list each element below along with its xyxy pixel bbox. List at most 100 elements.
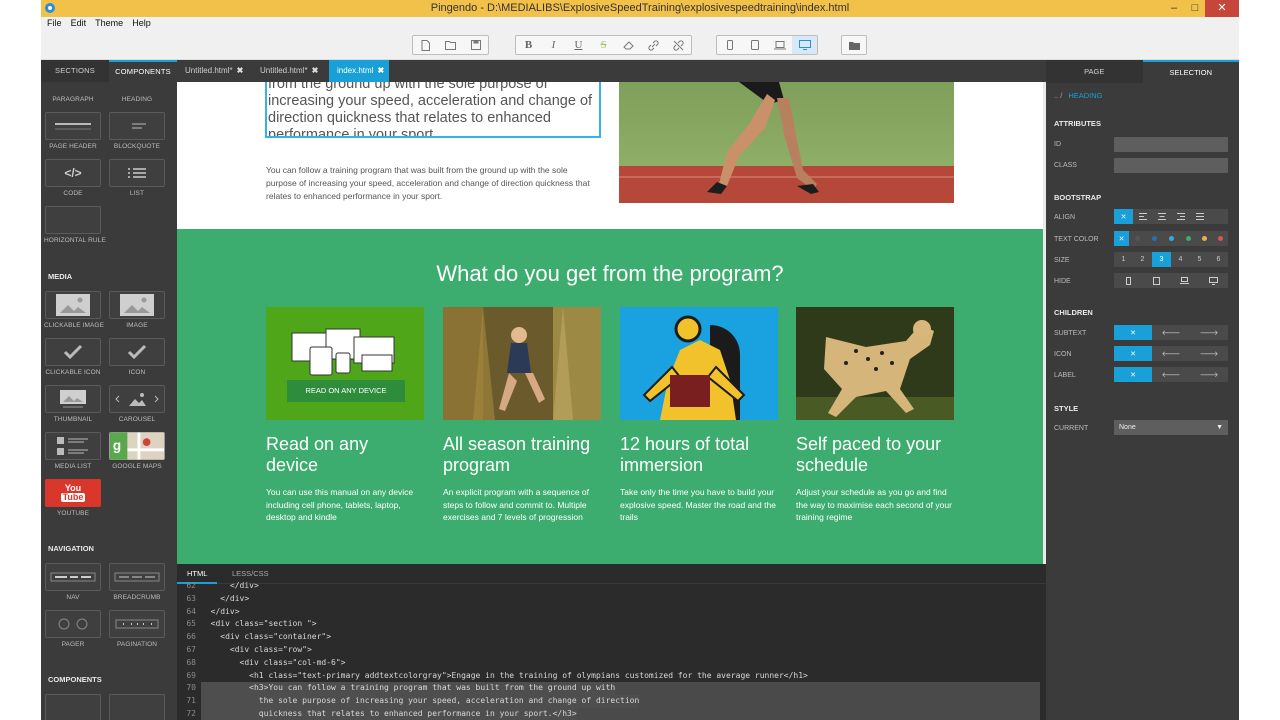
code-line-selected[interactable]: 72 quickness that relates to enhanced pe…	[177, 707, 1046, 720]
label-remove-icon[interactable]: ✕	[1114, 367, 1152, 382]
subtext-remove-icon[interactable]: ✕	[1114, 325, 1152, 340]
component-more-1[interactable]	[44, 694, 102, 720]
align-center-icon[interactable]	[1152, 209, 1171, 224]
component-youtube[interactable]: You Tube YOUTUBE	[44, 479, 102, 517]
code-line-selected[interactable]: 71 the sole purpose of increasing your s…	[177, 695, 1046, 708]
code-editor[interactable]: HTML LESS/CSS 62 </div> 63 </div> 64 </d…	[177, 564, 1046, 720]
class-input[interactable]	[1114, 158, 1228, 173]
link-icon[interactable]	[641, 36, 666, 54]
close-tab-icon[interactable]: ✖	[312, 66, 319, 75]
size-4-button[interactable]: 4	[1171, 252, 1190, 267]
code-line[interactable]: 65 <div class="section ">	[177, 618, 1046, 631]
design-canvas[interactable]: from the ground up with the sole purpose…	[177, 82, 1046, 564]
component-pagination[interactable]: PAGINATION	[108, 610, 166, 648]
component-code[interactable]: </> CODE	[44, 159, 102, 197]
size-5-button[interactable]: 5	[1190, 252, 1209, 267]
hide-desktop-icon[interactable]	[1199, 273, 1228, 288]
component-pager[interactable]: PAGER	[44, 610, 102, 648]
hero-paragraph[interactable]: You can follow a training program that w…	[266, 164, 600, 203]
bold-button[interactable]: B	[516, 36, 541, 54]
code-line[interactable]: 69 <h1 class="text-primary addtextcolorg…	[177, 670, 1046, 683]
color-success-swatch[interactable]	[1180, 231, 1196, 246]
underline-button[interactable]: U	[566, 36, 591, 54]
devices-image[interactable]: READ ON ANY DEVICE	[266, 307, 424, 420]
hide-laptop-icon[interactable]	[1170, 273, 1199, 288]
doc-tab-index[interactable]: index.html ✖	[329, 60, 389, 82]
component-icon[interactable]: ICON	[108, 338, 166, 376]
hide-tablet-icon[interactable]	[1142, 273, 1170, 288]
component-blockquote[interactable]: BLOCKQUOTE	[108, 112, 166, 150]
align-extra-icon[interactable]	[1209, 209, 1228, 224]
menu-help[interactable]: Help	[132, 17, 151, 30]
menu-file[interactable]: File	[47, 17, 62, 30]
code-line[interactable]: 63 </div>	[177, 593, 1046, 606]
read-on-any-device-button[interactable]: READ ON ANY DEVICE	[287, 380, 405, 402]
tab-sections[interactable]: SECTIONS	[41, 60, 109, 82]
maximize-button[interactable]: □	[1184, 0, 1206, 17]
subtext-left-arrow-icon[interactable]: 🡐	[1152, 325, 1190, 340]
code-line[interactable]: 68 <div class="col-md-6">	[177, 657, 1046, 670]
cheetah-image[interactable]	[796, 307, 954, 420]
component-google-maps[interactable]: g GOOGLE MAPS	[108, 432, 166, 470]
tab-page[interactable]: PAGE	[1046, 60, 1143, 83]
icon-remove-icon[interactable]: ✕	[1114, 346, 1152, 361]
align-left-icon[interactable]	[1133, 209, 1152, 224]
align-right-icon[interactable]	[1171, 209, 1190, 224]
sprinter-image[interactable]	[619, 82, 954, 203]
feature-text[interactable]: You can use this manual on any device in…	[266, 486, 424, 524]
eraser-icon[interactable]	[616, 36, 641, 54]
component-list[interactable]: LIST	[108, 159, 166, 197]
component-more-2[interactable]	[108, 694, 166, 720]
code-line[interactable]: 67 <div class="row">	[177, 644, 1046, 657]
tablet-icon[interactable]	[742, 36, 767, 54]
tab-selection[interactable]: SELECTION	[1142, 60, 1239, 83]
phone-icon[interactable]	[717, 36, 742, 54]
component-thumbnail[interactable]: THUMBNAIL	[44, 385, 102, 423]
close-tab-icon[interactable]: ✖	[377, 66, 384, 75]
component-breadcrumb[interactable]: BREADCRUMB	[108, 563, 166, 601]
label-left-arrow-icon[interactable]: 🡐	[1152, 367, 1190, 382]
breadcrumb-root[interactable]: .. /	[1054, 91, 1062, 100]
component-clickable-icon[interactable]: CLICKABLE ICON	[44, 338, 102, 376]
feature-title[interactable]: All season training program	[443, 434, 601, 476]
feature-title[interactable]: Read on any device	[266, 434, 424, 476]
save-icon[interactable]	[463, 36, 488, 54]
hide-phone-icon[interactable]	[1114, 273, 1142, 288]
component-horizontal-rule[interactable]: HORIZONTAL RULE	[44, 206, 106, 244]
component-clickable-image[interactable]: CLICKABLE IMAGE	[44, 291, 104, 329]
size-1-button[interactable]: 1	[1114, 252, 1133, 267]
athlete-illustration-image[interactable]	[620, 307, 778, 420]
new-file-icon[interactable]	[413, 36, 438, 54]
selected-heading[interactable]: from the ground up with the sole purpose…	[265, 82, 601, 138]
laptop-icon[interactable]	[767, 36, 792, 54]
strikethrough-button[interactable]: S	[591, 36, 616, 54]
component-heading[interactable]: HEADING	[108, 82, 166, 103]
component-paragraph[interactable]: PARAGRAPH	[44, 82, 102, 103]
icon-left-arrow-icon[interactable]: 🡐	[1152, 346, 1190, 361]
menu-theme[interactable]: Theme	[95, 17, 123, 30]
component-image[interactable]: IMAGE	[108, 291, 166, 329]
close-window-button[interactable]: ✕	[1205, 0, 1239, 17]
tab-components[interactable]: COMPONENTS	[109, 60, 177, 82]
code-line[interactable]: 62 </div>	[177, 580, 1046, 593]
component-nav[interactable]: NAV	[44, 563, 102, 601]
unlink-icon[interactable]	[666, 36, 691, 54]
code-line-selected[interactable]: 70 <h3>You can follow a training program…	[177, 682, 1046, 696]
minimize-button[interactable]: –	[1163, 0, 1185, 17]
menu-edit[interactable]: Edit	[71, 17, 87, 30]
label-right-arrow-icon[interactable]: 🡒	[1190, 367, 1228, 382]
feature-text[interactable]: An explicit program with a sequence of s…	[443, 486, 601, 524]
feature-text[interactable]: Adjust your schedule as you go and find …	[796, 486, 954, 524]
size-2-button[interactable]: 2	[1133, 252, 1152, 267]
color-danger-swatch[interactable]	[1212, 231, 1228, 246]
current-style-select[interactable]: None ▼	[1114, 420, 1228, 435]
subtext-right-arrow-icon[interactable]: 🡒	[1190, 325, 1228, 340]
align-justify-icon[interactable]	[1190, 209, 1209, 224]
component-page-header[interactable]: PAGE HEADER	[44, 112, 102, 150]
desktop-icon[interactable]	[792, 36, 817, 54]
breadcrumb-current[interactable]: HEADING	[1068, 91, 1102, 100]
feature-title[interactable]: Self paced to your schedule	[796, 434, 954, 476]
doc-tab-untitled-1[interactable]: Untitled.html* ✖	[177, 60, 252, 82]
runner-image[interactable]	[443, 307, 601, 420]
feature-title[interactable]: 12 hours of total immersion	[620, 434, 778, 476]
